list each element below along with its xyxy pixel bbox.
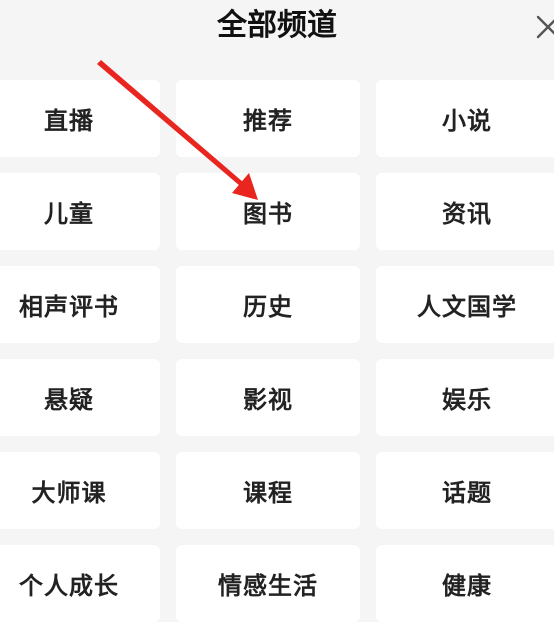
close-button[interactable] <box>533 12 554 42</box>
channel-label: 儿童 <box>44 200 94 228</box>
channel-item-humanities[interactable]: 人文国学 <box>376 266 554 343</box>
channel-label: 历史 <box>243 293 293 321</box>
channel-label: 推荐 <box>243 107 293 135</box>
channel-item-novel[interactable]: 小说 <box>376 80 554 157</box>
channel-item-history[interactable]: 历史 <box>176 266 360 343</box>
header: 全部频道 <box>0 0 554 54</box>
channel-item-masterclass[interactable]: 大师课 <box>0 452 160 529</box>
channel-label: 大师课 <box>31 479 107 507</box>
channel-label: 悬疑 <box>44 386 94 414</box>
channel-label: 图书 <box>243 200 293 228</box>
channel-label: 个人成长 <box>19 572 119 600</box>
channel-item-topics[interactable]: 话题 <box>376 452 554 529</box>
channel-item-recommend[interactable]: 推荐 <box>176 80 360 157</box>
channel-item-children[interactable]: 儿童 <box>0 173 160 250</box>
channel-label: 话题 <box>442 479 492 507</box>
channel-label: 相声评书 <box>19 293 119 321</box>
channel-item-health[interactable]: 健康 <box>376 545 554 622</box>
channel-item-courses[interactable]: 课程 <box>176 452 360 529</box>
channel-label: 人文国学 <box>417 293 517 321</box>
channel-grid: 直播 推荐 小说 儿童 图书 资讯 相声评书 历史 人文国学 悬疑 影视 娱乐 … <box>0 80 554 622</box>
channel-item-news[interactable]: 资讯 <box>376 173 554 250</box>
page-title: 全部频道 <box>217 8 337 43</box>
channel-item-mystery[interactable]: 悬疑 <box>0 359 160 436</box>
channel-item-growth[interactable]: 个人成长 <box>0 545 160 622</box>
channel-label: 课程 <box>243 479 293 507</box>
channel-label: 影视 <box>243 386 293 414</box>
channel-label: 直播 <box>44 107 94 135</box>
channel-label: 娱乐 <box>442 386 492 414</box>
channel-item-entertainment[interactable]: 娱乐 <box>376 359 554 436</box>
close-icon <box>536 15 554 39</box>
channel-item-books[interactable]: 图书 <box>176 173 360 250</box>
channel-item-film[interactable]: 影视 <box>176 359 360 436</box>
channel-label: 小说 <box>442 107 492 135</box>
channel-label: 情感生活 <box>218 572 318 600</box>
channel-label: 健康 <box>442 572 492 600</box>
channel-label: 资讯 <box>442 200 492 228</box>
channel-item-crosstalk[interactable]: 相声评书 <box>0 266 160 343</box>
channel-item-live[interactable]: 直播 <box>0 80 160 157</box>
channel-item-emotion[interactable]: 情感生活 <box>176 545 360 622</box>
